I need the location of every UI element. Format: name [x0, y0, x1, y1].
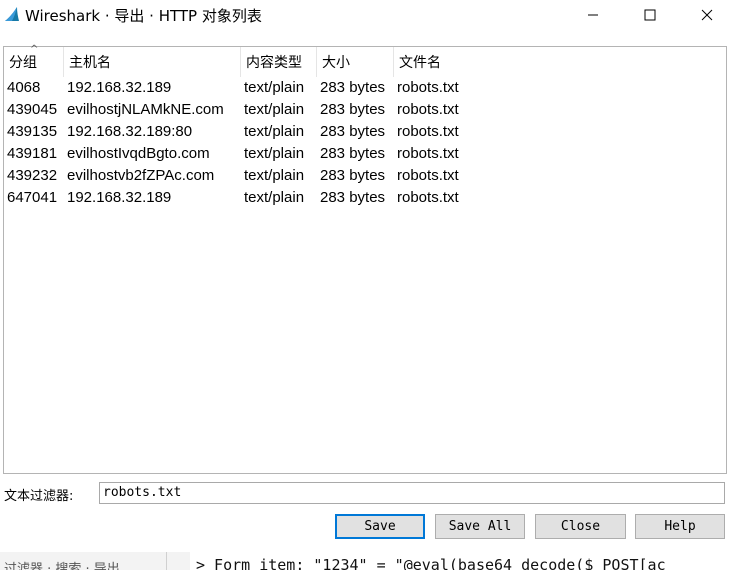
cell-hostname: 192.168.32.189:80: [67, 123, 193, 140]
save-all-button[interactable]: Save All: [435, 514, 525, 539]
table-row[interactable]: 439045 evilhostjNLAMkNE.com text/plain 2…: [4, 99, 726, 121]
http-objects-table[interactable]: ^ 分组 主机名 内容类型 大小 文件名 4068 192.168.32.189…: [3, 44, 727, 474]
cell-packet: 439045: [7, 101, 58, 118]
text-filter-label: 文本过滤器:: [4, 489, 74, 504]
background-left-text: 过滤器 · 搜索 · 导出: [4, 562, 120, 570]
cell-content-type: text/plain: [244, 189, 305, 206]
cell-filename: robots.txt: [397, 79, 459, 96]
column-header-size[interactable]: 大小: [317, 47, 394, 77]
column-header-hostname[interactable]: 主机名: [64, 47, 241, 77]
background-main-window: 过滤器 · 搜索 · 导出 > Form item: "1234" = "@ev…: [0, 552, 730, 570]
title-bar[interactable]: Wireshark · 导出 · HTTP 对象列表: [0, 0, 730, 30]
maximize-icon: [644, 9, 656, 21]
cell-packet: 439181: [7, 145, 58, 162]
cell-content-type: text/plain: [244, 167, 305, 184]
minimize-button[interactable]: [570, 0, 616, 30]
background-left-pane: 过滤器 · 搜索 · 导出: [0, 552, 167, 570]
table-row[interactable]: 439135 192.168.32.189:80 text/plain 283 …: [4, 121, 726, 143]
close-icon: [701, 9, 713, 21]
column-header-label: 主机名: [69, 55, 111, 71]
cell-size: 283 bytes: [320, 79, 386, 96]
column-header-label: 文件名: [399, 55, 441, 71]
cell-packet: 439135: [7, 123, 58, 140]
cell-size: 283 bytes: [320, 101, 386, 118]
cell-filename: robots.txt: [397, 123, 459, 140]
column-header-filename[interactable]: 文件名: [394, 47, 726, 77]
cell-hostname: 192.168.32.189: [67, 79, 172, 96]
cell-packet: 439232: [7, 167, 58, 184]
column-header-label: 分组: [9, 55, 37, 71]
cell-filename: robots.txt: [397, 189, 459, 206]
cell-content-type: text/plain: [244, 79, 305, 96]
column-header-content-type[interactable]: 内容类型: [241, 47, 317, 77]
background-form-item-text: > Form item: "1234" = "@eval(base64_deco…: [196, 556, 666, 570]
table-body: 4068 192.168.32.189 text/plain 283 bytes…: [4, 77, 726, 209]
column-header-label: 内容类型: [246, 55, 302, 71]
cell-packet: 4068: [7, 79, 41, 96]
cell-size: 283 bytes: [320, 189, 386, 206]
column-header-packet[interactable]: ^ 分组: [4, 44, 64, 77]
cell-filename: robots.txt: [397, 145, 459, 162]
cell-filename: robots.txt: [397, 101, 459, 118]
cell-size: 283 bytes: [320, 167, 386, 184]
cell-hostname: evilhostjNLAMkNE.com: [67, 101, 224, 118]
cell-size: 283 bytes: [320, 145, 386, 162]
cell-content-type: text/plain: [244, 145, 305, 162]
close-button[interactable]: Close: [535, 514, 626, 539]
table-row[interactable]: 439181 evilhostIvqdBgto.com text/plain 2…: [4, 143, 726, 165]
table-row[interactable]: 439232 evilhostvb2fZPAc.com text/plain 2…: [4, 165, 726, 187]
table-row[interactable]: 647041 192.168.32.189 text/plain 283 byt…: [4, 187, 726, 209]
cell-hostname: 192.168.32.189: [67, 189, 172, 206]
cell-filename: robots.txt: [397, 167, 459, 184]
sort-ascending-icon: ^: [30, 44, 39, 55]
minimize-icon: [588, 14, 598, 16]
cell-content-type: text/plain: [244, 101, 305, 118]
maximize-button[interactable]: [627, 0, 673, 30]
save-button[interactable]: Save: [335, 514, 425, 539]
cell-hostname: evilhostIvqdBgto.com: [67, 145, 210, 162]
window-title: Wireshark · 导出 · HTTP 对象列表: [25, 7, 262, 25]
help-button[interactable]: Help: [635, 514, 725, 539]
export-http-objects-dialog: Wireshark · 导出 · HTTP 对象列表 ^ 分组 主机名 内容类型…: [0, 0, 730, 552]
cell-size: 283 bytes: [320, 123, 386, 140]
cell-content-type: text/plain: [244, 123, 305, 140]
close-window-button[interactable]: [684, 0, 730, 30]
column-header-label: 大小: [322, 55, 350, 71]
table-header: ^ 分组 主机名 内容类型 大小 文件名: [4, 44, 726, 77]
wireshark-fin-icon: [5, 7, 19, 21]
text-filter-input[interactable]: robots.txt: [99, 482, 725, 504]
table-row[interactable]: 4068 192.168.32.189 text/plain 283 bytes…: [4, 77, 726, 99]
background-packet-details: > Form item: "1234" = "@eval(base64_deco…: [190, 552, 730, 570]
cell-packet: 647041: [7, 189, 58, 206]
cell-hostname: evilhostvb2fZPAc.com: [67, 167, 215, 184]
